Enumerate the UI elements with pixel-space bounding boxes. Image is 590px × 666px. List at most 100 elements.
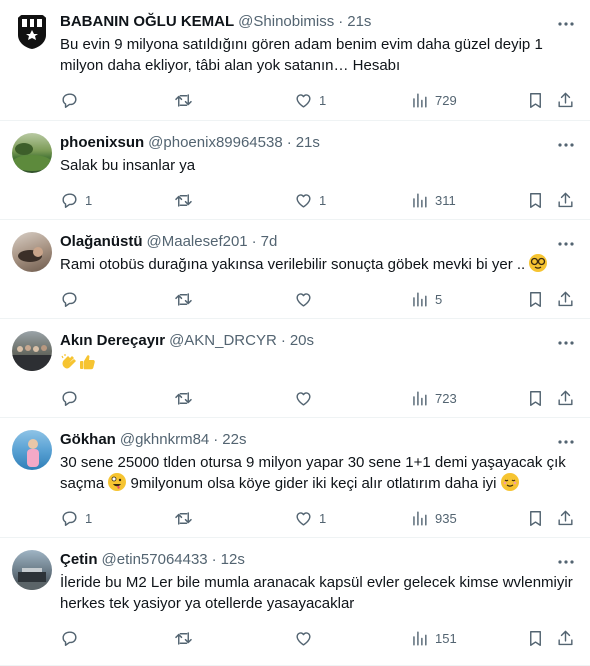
views-button[interactable]: 311 <box>410 191 456 210</box>
avatar[interactable] <box>12 133 52 173</box>
like-button[interactable] <box>294 629 319 648</box>
views-button[interactable]: 5 <box>410 290 442 309</box>
like-icon <box>294 629 313 648</box>
like-icon <box>294 389 313 408</box>
thumbs-up-emoji-icon <box>78 353 96 371</box>
user-handle[interactable]: @phoenix89964538 <box>148 133 283 153</box>
more-icon <box>558 143 574 147</box>
display-name[interactable]: BABANIN OĞLU KEMAL <box>60 12 234 32</box>
timestamp[interactable]: 22s <box>222 430 246 450</box>
timestamp[interactable]: 12s <box>221 550 245 570</box>
bookmark-button[interactable] <box>526 629 545 648</box>
like-button[interactable] <box>294 389 319 408</box>
retweet-icon <box>174 389 193 408</box>
like-button[interactable]: 1 <box>294 509 326 528</box>
separator-dot: · <box>280 332 286 349</box>
share-button[interactable] <box>556 191 575 210</box>
besiktas-logo-icon <box>18 15 46 49</box>
bookmark-icon <box>526 191 545 210</box>
separator-dot: · <box>251 233 257 250</box>
user-handle[interactable]: @gkhnkrm84 <box>120 430 209 450</box>
more-button[interactable] <box>556 135 576 155</box>
more-button[interactable] <box>556 333 576 353</box>
tweet-text: Salak bu insanlar ya <box>60 157 196 174</box>
tweet-text <box>60 353 574 374</box>
share-button[interactable] <box>556 509 575 528</box>
more-button[interactable] <box>556 14 576 34</box>
bookmark-icon <box>526 290 545 309</box>
avatar[interactable] <box>12 12 52 52</box>
like-button[interactable]: 1 <box>294 91 326 110</box>
tweet[interactable]: Olağanüstü @Maalesef201 · 7d Rami otobüs… <box>0 220 590 319</box>
like-button[interactable] <box>294 290 319 309</box>
display-name[interactable]: Çetin <box>60 550 98 570</box>
reply-button[interactable] <box>60 91 85 110</box>
view-count: 729 <box>435 92 457 108</box>
display-name[interactable]: Akın Dereçayır <box>60 331 165 351</box>
user-handle[interactable]: @etin57064433 <box>102 550 208 570</box>
views-button[interactable]: 151 <box>410 629 457 648</box>
tweet[interactable]: Çetin @etin57064433 · 12s İleride bu M2 … <box>0 538 590 666</box>
avatar[interactable] <box>12 232 52 272</box>
user-handle[interactable]: @Shinobimiss <box>238 12 334 32</box>
action-bar: 151 <box>60 622 574 654</box>
tweet[interactable]: Gökhan @gkhnkrm84 · 22s 30 sene 25000 tl… <box>0 418 590 538</box>
bookmark-icon <box>526 91 545 110</box>
tweet[interactable]: Akın Dereçayır @AKN_DRCYR · 20s 723 <box>0 319 590 418</box>
tweet-text: Bu evin 9 milyona satıldığını gören adam… <box>60 36 543 74</box>
avatar[interactable] <box>12 331 52 371</box>
retweet-button[interactable] <box>174 389 199 408</box>
more-button[interactable] <box>556 234 576 254</box>
display-name[interactable]: Olağanüstü <box>60 232 143 252</box>
timestamp[interactable]: 21s <box>347 12 371 32</box>
share-button[interactable] <box>556 629 575 648</box>
display-name[interactable]: Gökhan <box>60 430 116 450</box>
like-icon <box>294 290 313 309</box>
views-button[interactable]: 729 <box>410 91 457 110</box>
bookmark-button[interactable] <box>526 509 545 528</box>
views-button[interactable]: 935 <box>410 509 457 528</box>
views-icon <box>410 509 429 528</box>
avatar[interactable] <box>12 430 52 470</box>
retweet-button[interactable] <box>174 509 199 528</box>
timestamp[interactable]: 20s <box>290 331 314 351</box>
retweet-button[interactable] <box>174 91 199 110</box>
bookmark-button[interactable] <box>526 191 545 210</box>
action-bar: 1 1 935 <box>60 502 574 534</box>
views-button[interactable]: 723 <box>410 389 457 408</box>
like-button[interactable]: 1 <box>294 191 326 210</box>
timestamp[interactable]: 7d <box>261 232 278 252</box>
reply-button[interactable] <box>60 389 85 408</box>
user-handle[interactable]: @AKN_DRCYR <box>169 331 277 351</box>
share-button[interactable] <box>556 389 575 408</box>
retweet-button[interactable] <box>174 191 199 210</box>
clapping-hands-emoji-icon <box>60 353 78 371</box>
separator-dot: · <box>213 431 219 448</box>
reply-button[interactable] <box>60 629 85 648</box>
view-count: 935 <box>435 510 457 526</box>
avatar[interactable] <box>12 550 52 590</box>
bookmark-button[interactable] <box>526 290 545 309</box>
bookmark-button[interactable] <box>526 91 545 110</box>
reply-button[interactable]: 1 <box>60 509 92 528</box>
share-icon <box>556 290 575 309</box>
reply-button[interactable] <box>60 290 85 309</box>
share-button[interactable] <box>556 290 575 309</box>
timestamp[interactable]: 21s <box>296 133 320 153</box>
more-button[interactable] <box>556 432 576 452</box>
separator-dot: · <box>338 13 344 30</box>
user-handle[interactable]: @Maalesef201 <box>147 232 248 252</box>
retweet-button[interactable] <box>174 290 199 309</box>
person-photo-icon <box>18 247 43 262</box>
tweet[interactable]: BABANIN OĞLU KEMAL @Shinobimiss · 21s Bu… <box>0 0 590 121</box>
action-bar: 1 729 <box>60 84 574 116</box>
reply-button[interactable]: 1 <box>60 191 92 210</box>
tweet[interactable]: phoenixsun @phoenix89964538 · 21s Salak … <box>0 121 590 220</box>
more-button[interactable] <box>556 552 576 572</box>
reply-icon <box>60 290 79 309</box>
display-name[interactable]: phoenixsun <box>60 133 144 153</box>
share-button[interactable] <box>556 91 575 110</box>
retweet-button[interactable] <box>174 629 199 648</box>
bookmark-button[interactable] <box>526 389 545 408</box>
separator-dot: · <box>211 551 217 568</box>
